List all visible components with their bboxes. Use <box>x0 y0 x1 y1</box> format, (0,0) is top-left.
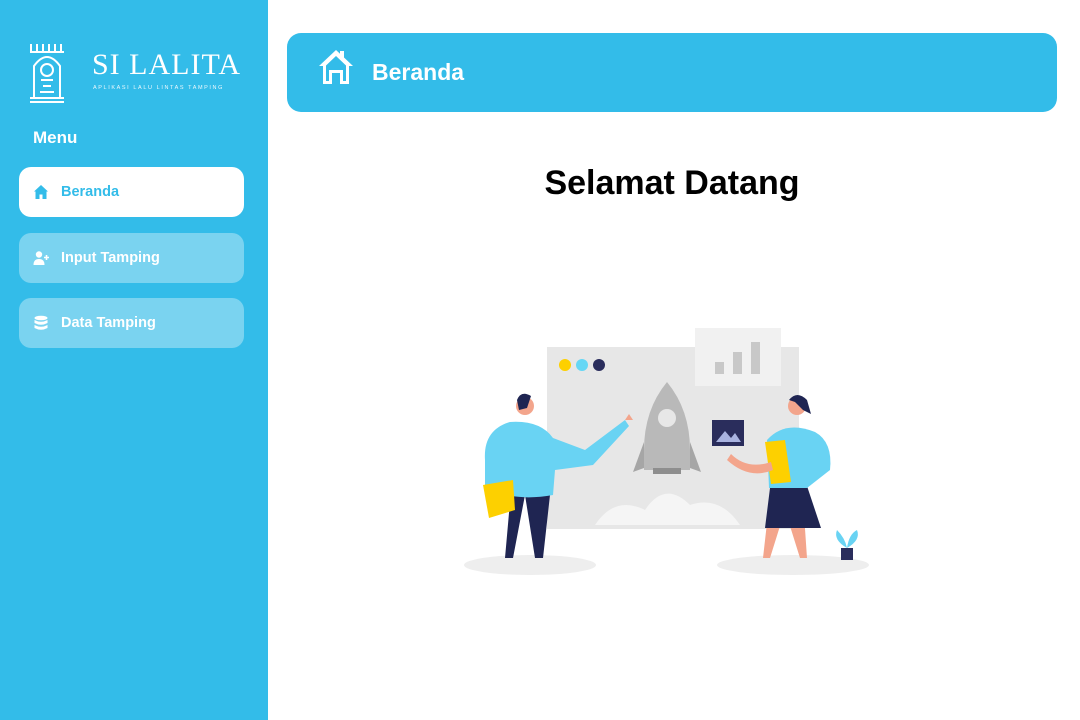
welcome-heading: Selamat Datang <box>544 164 800 202</box>
sidebar-item-beranda[interactable]: Beranda <box>19 167 244 217</box>
home-icon <box>33 184 49 200</box>
menu-heading: Menu <box>33 128 78 147</box>
sidebar-item-label: Beranda <box>61 184 120 200</box>
user-plus-icon <box>33 250 49 266</box>
sidebar-item-label: Input Tamping <box>61 250 160 266</box>
page-header: Beranda <box>287 33 1057 112</box>
page-title: Beranda <box>372 59 465 85</box>
brand[interactable]: SI LALITA APLIKASI LALU LINTAS TAMPING <box>28 40 248 104</box>
brand-name: SI LALITA <box>92 48 242 81</box>
sidebar-item-data-tamping[interactable]: Data Tamping <box>19 298 244 348</box>
home-icon <box>318 48 354 86</box>
sidebar-item-label: Data Tamping <box>61 315 156 331</box>
gate-icon <box>28 40 68 104</box>
database-icon <box>33 315 49 331</box>
brand-tagline: APLIKASI LALU LINTAS TAMPING <box>93 85 224 91</box>
sidebar: SI LALITA APLIKASI LALU LINTAS TAMPING M… <box>0 0 268 720</box>
presentation-illustration <box>455 320 875 585</box>
sidebar-item-input-tamping[interactable]: Input Tamping <box>19 233 244 283</box>
